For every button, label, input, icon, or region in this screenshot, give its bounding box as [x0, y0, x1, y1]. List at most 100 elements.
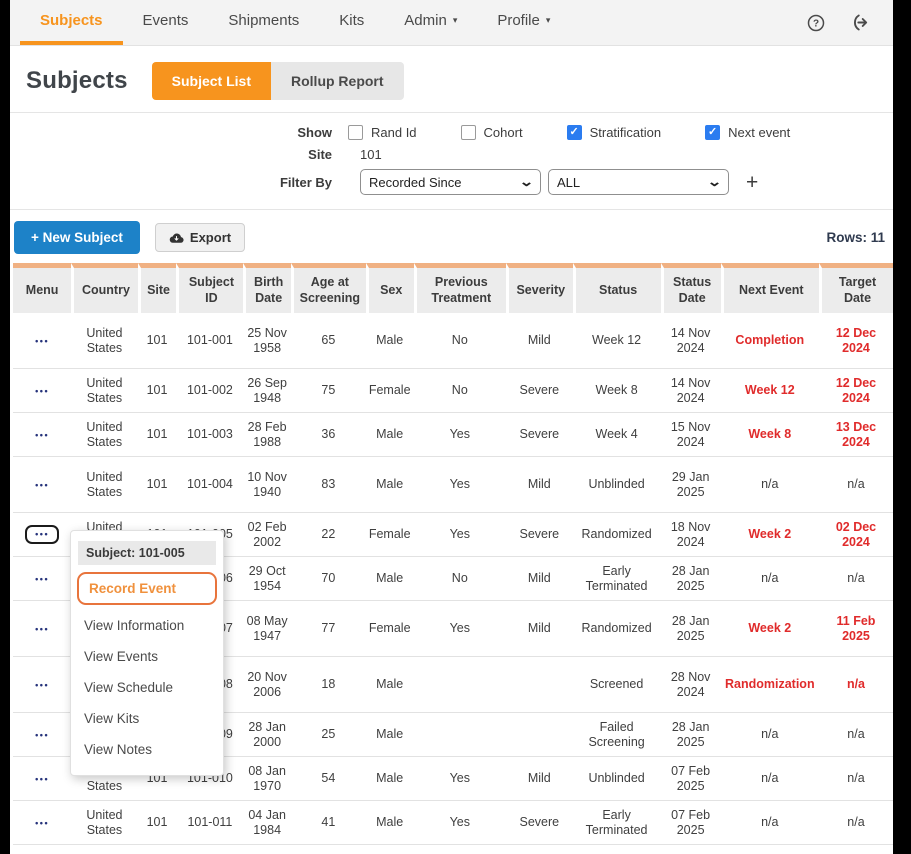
cell-previous-treatment [414, 713, 506, 757]
column-header-severity: Severity [506, 263, 573, 313]
cell-site: 101 [138, 457, 177, 513]
nav-item-label: Admin [404, 12, 447, 29]
filter-value-select[interactable]: ALL ⌄ [548, 169, 729, 195]
cell-menu: ••• [13, 557, 71, 601]
cell-birth-date: 02 Feb 2002 [243, 513, 290, 557]
nav-item-kits[interactable]: Kits [319, 0, 384, 45]
checkbox-checked-icon[interactable]: ✓ [705, 125, 720, 140]
export-button[interactable]: Export [155, 223, 245, 252]
cell-target-date: n/a [819, 557, 893, 601]
show-checkboxes: Rand Id Cohort ✓Stratification ✓Next event [348, 125, 834, 140]
context-menu-item-view-kits[interactable]: View Kits [71, 703, 223, 734]
show-option-next-event[interactable]: ✓Next event [705, 125, 790, 140]
cell-birth-date: 28 Feb 1988 [243, 413, 290, 457]
cell-status-date: 29 Jan 2025 [661, 457, 721, 513]
cell-sex: Male [366, 313, 414, 369]
cell-birth-date: 25 Nov 1958 [243, 313, 290, 369]
view-tabs: Subject List Rollup Report [152, 62, 404, 100]
cell-birth-date: 20 Nov 2006 [243, 657, 290, 713]
filter-by-label: Filter By [10, 175, 332, 190]
cell-status: Week 12 [573, 313, 661, 369]
context-menu-item-view-information[interactable]: View Information [71, 610, 223, 641]
cell-target-date: 02 Dec 2024 [819, 513, 893, 557]
show-option-rand-id[interactable]: Rand Id [348, 125, 417, 140]
table-row: •••United States101101-00226 Sep 194875F… [13, 369, 893, 413]
cell-age: 75 [291, 369, 366, 413]
cell-menu: ••• [13, 369, 71, 413]
cell-birth-date: 08 Jan 1970 [243, 757, 290, 801]
cell-next-event: n/a [721, 801, 819, 845]
row-menu-button[interactable]: ••• [25, 525, 59, 544]
cell-status-date: 28 Jan 2025 [661, 713, 721, 757]
checkbox-unchecked-icon[interactable] [348, 125, 363, 140]
cell-sex: Male [366, 713, 414, 757]
nav-item-subjects[interactable]: Subjects [20, 0, 123, 45]
cell-sex: Male [366, 657, 414, 713]
context-menu-item-view-events[interactable]: View Events [71, 641, 223, 672]
cell-menu: ••• [13, 713, 71, 757]
cell-next-event: n/a [721, 713, 819, 757]
nav-item-admin[interactable]: Admin▾ [384, 0, 477, 45]
cell-status-date: 28 Jan 2025 [661, 557, 721, 601]
row-menu-button[interactable]: ••• [27, 384, 57, 399]
cell-country: United States [71, 413, 137, 457]
cell-status-date: 18 Nov 2024 [661, 513, 721, 557]
row-menu-button[interactable]: ••• [27, 572, 57, 587]
chevron-down-icon: ⌄ [707, 174, 722, 190]
cell-subject-id: 101-011 [176, 801, 243, 845]
show-option-stratification[interactable]: ✓Stratification [567, 125, 662, 140]
new-subject-button[interactable]: + New Subject [14, 221, 140, 254]
column-header-subject-id: Subject ID [176, 263, 243, 313]
row-menu-button[interactable]: ••• [27, 622, 57, 637]
row-menu-button[interactable]: ••• [27, 772, 57, 787]
context-menu-item-view-schedule[interactable]: View Schedule [71, 672, 223, 703]
cell-age: 25 [291, 713, 366, 757]
show-option-cohort[interactable]: Cohort [461, 125, 523, 140]
column-header-status: Status [573, 263, 661, 313]
row-menu-button[interactable]: ••• [27, 334, 57, 349]
row-menu-button[interactable]: ••• [27, 678, 57, 693]
checkbox-label: Rand Id [371, 125, 417, 140]
cell-site: 101 [138, 801, 177, 845]
row-menu-button[interactable]: ••• [27, 428, 57, 443]
cell-previous-treatment: No [414, 369, 506, 413]
tab-rollup-report[interactable]: Rollup Report [271, 62, 404, 100]
row-menu-button[interactable]: ••• [27, 478, 57, 493]
nav-item-label: Profile [497, 12, 540, 29]
cell-previous-treatment: No [414, 313, 506, 369]
logout-icon[interactable] [838, 0, 883, 45]
tab-subject-list[interactable]: Subject List [152, 62, 271, 100]
table-row: •••United States101101-00125 Nov 195865M… [13, 313, 893, 369]
row-menu-button[interactable]: ••• [27, 816, 57, 831]
row-menu-button[interactable]: ••• [27, 728, 57, 743]
cell-menu: ••• [13, 413, 71, 457]
cell-birth-date: 26 Sep 1948 [243, 369, 290, 413]
checkbox-checked-icon[interactable]: ✓ [567, 125, 582, 140]
cell-birth-date: 08 May 1947 [243, 601, 290, 657]
cell-country: United States [71, 457, 137, 513]
nav-item-events[interactable]: Events [123, 0, 209, 45]
context-menu-item-view-notes[interactable]: View Notes [71, 734, 223, 765]
cell-target-date: 12 Dec 2024 [819, 369, 893, 413]
app-window: SubjectsEventsShipmentsKitsAdmin▾Profile… [10, 0, 893, 854]
cell-birth-date: 28 Jan 2000 [243, 713, 290, 757]
cell-status: Early Terminated [573, 801, 661, 845]
cell-status: Unblinded [573, 757, 661, 801]
add-filter-button[interactable]: + [746, 172, 758, 193]
filter-type-select[interactable]: Recorded Since ⌄ [360, 169, 541, 195]
cell-status: Unblinded [573, 457, 661, 513]
checkbox-unchecked-icon[interactable] [461, 125, 476, 140]
cell-subject-id: 101-003 [176, 413, 243, 457]
cell-age: 77 [291, 601, 366, 657]
cell-menu: ••• [13, 657, 71, 713]
nav-item-label: Subjects [40, 12, 103, 29]
nav-item-shipments[interactable]: Shipments [208, 0, 319, 45]
help-icon[interactable]: ? [794, 0, 838, 45]
cell-severity: Severe [506, 369, 573, 413]
cell-age: 36 [291, 413, 366, 457]
cell-previous-treatment: Yes [414, 413, 506, 457]
context-menu-item-record-event[interactable]: Record Event [77, 572, 217, 605]
cell-previous-treatment: Yes [414, 601, 506, 657]
cell-sex: Female [366, 369, 414, 413]
nav-item-profile[interactable]: Profile▾ [477, 0, 570, 45]
